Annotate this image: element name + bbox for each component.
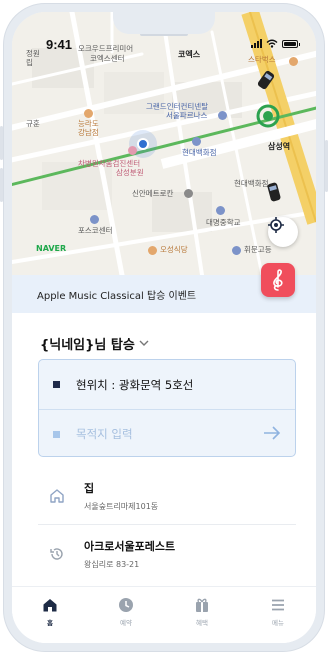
treble-clef-icon (273, 269, 283, 291)
map-label-seoulparnas: 서울파르나스 (166, 111, 208, 120)
clock-icon (119, 598, 133, 612)
hotel-poi-icon (218, 111, 227, 120)
hospital-poi-icon (128, 146, 137, 155)
favorite-place-text: 집 서울숲트리마제101동 (84, 480, 158, 512)
office-poi-icon (90, 215, 99, 224)
map-label-hyundai2: 현대백화점 (234, 179, 269, 188)
origin-text: 현위치 : 광화문역 5호선 (76, 377, 194, 392)
tab-benefits-label: 혜택 (196, 619, 208, 627)
map-label-hwimun: 휘문고등 (244, 245, 272, 254)
current-location-button[interactable] (268, 217, 298, 247)
home-icon (43, 599, 57, 612)
music-app-icon[interactable] (261, 263, 295, 297)
tab-benefits[interactable]: 혜택 (164, 587, 240, 643)
food-poi-icon (148, 246, 157, 255)
map-label-shinan: 신안메트로칸 (132, 189, 174, 198)
tab-home-label: 홈 (47, 619, 53, 627)
favorite-place-address: 서울숲트리마제101동 (84, 501, 159, 511)
tab-menu-label: 메뉴 (272, 619, 284, 627)
starbucks-poi-icon (289, 57, 298, 66)
favorite-place-title: 집 (84, 481, 95, 495)
map-label-coexcenter: 코엑스센터 (90, 54, 125, 63)
app-screen: 정원 립 오크우드프리미어 코엑스센터 코엑스 스타벅스 규훈 능라도 강남점 … (12, 12, 316, 643)
status-time: 9:41 (46, 37, 73, 52)
destination-marker-icon (53, 430, 60, 438)
tab-menu[interactable]: 메뉴 (240, 587, 316, 643)
arrow-right-icon[interactable] (263, 426, 281, 440)
map-label-gangnam: 강남점 (78, 128, 99, 137)
map-label-gyuhun: 규훈 (26, 119, 40, 128)
battery-icon (282, 39, 300, 48)
home-outline-icon (46, 485, 68, 507)
history-icon (46, 543, 68, 565)
crosshair-icon (268, 217, 284, 233)
map-label-samsung-bunwon: 삼성분원 (116, 168, 144, 177)
recent-place-address: 왕십리로 83-21 (84, 560, 140, 569)
map-label-hyundai1: 현대백화점 (182, 148, 217, 157)
favorite-place-item[interactable]: 집 서울숲트리마제101동 (38, 467, 296, 525)
map-label-posco: 포스코센터 (78, 226, 113, 235)
recent-place-item[interactable]: 아크로서울포레스트 왕십리로 83-21 (38, 525, 296, 583)
ride-panel-title-text: {닉네임}님 탑승 (40, 338, 135, 353)
naver-logo: NAVER (36, 244, 67, 253)
destination-field[interactable]: 목적지 입력 (39, 409, 295, 456)
recent-place-text: 아크로서울포레스트 왕십리로 83-21 (84, 538, 175, 570)
restaurant-poi-icon (84, 109, 93, 118)
school-poi-icon-2 (232, 246, 241, 255)
wifi-icon (266, 39, 278, 48)
ride-panel-title[interactable]: {닉네임}님 탑승 (40, 334, 149, 353)
tab-reservation-label: 예약 (120, 619, 132, 627)
department-poi-icon (192, 137, 201, 146)
side-button-left-2 (0, 168, 3, 202)
menu-icon (272, 599, 284, 611)
tab-home[interactable]: 홈 (12, 587, 88, 643)
event-banner-text: Apple Music Classical 탑승 이벤트 (37, 290, 197, 302)
map-label-rip: 립 (26, 58, 33, 67)
map-label-daemyeong: 대명중학교 (206, 218, 241, 227)
recent-place-title: 아크로서울포레스트 (84, 540, 176, 553)
map-label-starbucks: 스타벅스 (248, 55, 276, 64)
notch (113, 12, 215, 34)
side-button-left (0, 126, 3, 160)
origin-field[interactable]: 현위치 : 광화문역 5호선 (39, 360, 295, 409)
tab-reservation[interactable]: 예약 (88, 587, 164, 643)
chevron-down-icon (139, 340, 149, 346)
map-label-oseong: 오성식당 (160, 245, 188, 254)
destination-placeholder: 목적지 입력 (76, 427, 133, 441)
cellular-signal-icon (251, 39, 262, 48)
gift-icon (196, 598, 208, 612)
status-icons (251, 39, 300, 48)
origin-marker-icon (53, 381, 60, 388)
school-poi-icon (216, 206, 225, 215)
building-poi-icon (184, 189, 193, 198)
trip-input-card: 현위치 : 광화문역 5호선 목적지 입력 (38, 359, 296, 457)
bottom-tab-bar: 홈 예약 혜택 메뉴 (12, 586, 316, 643)
map-label-samsung-station: 삼성역 (268, 142, 291, 151)
